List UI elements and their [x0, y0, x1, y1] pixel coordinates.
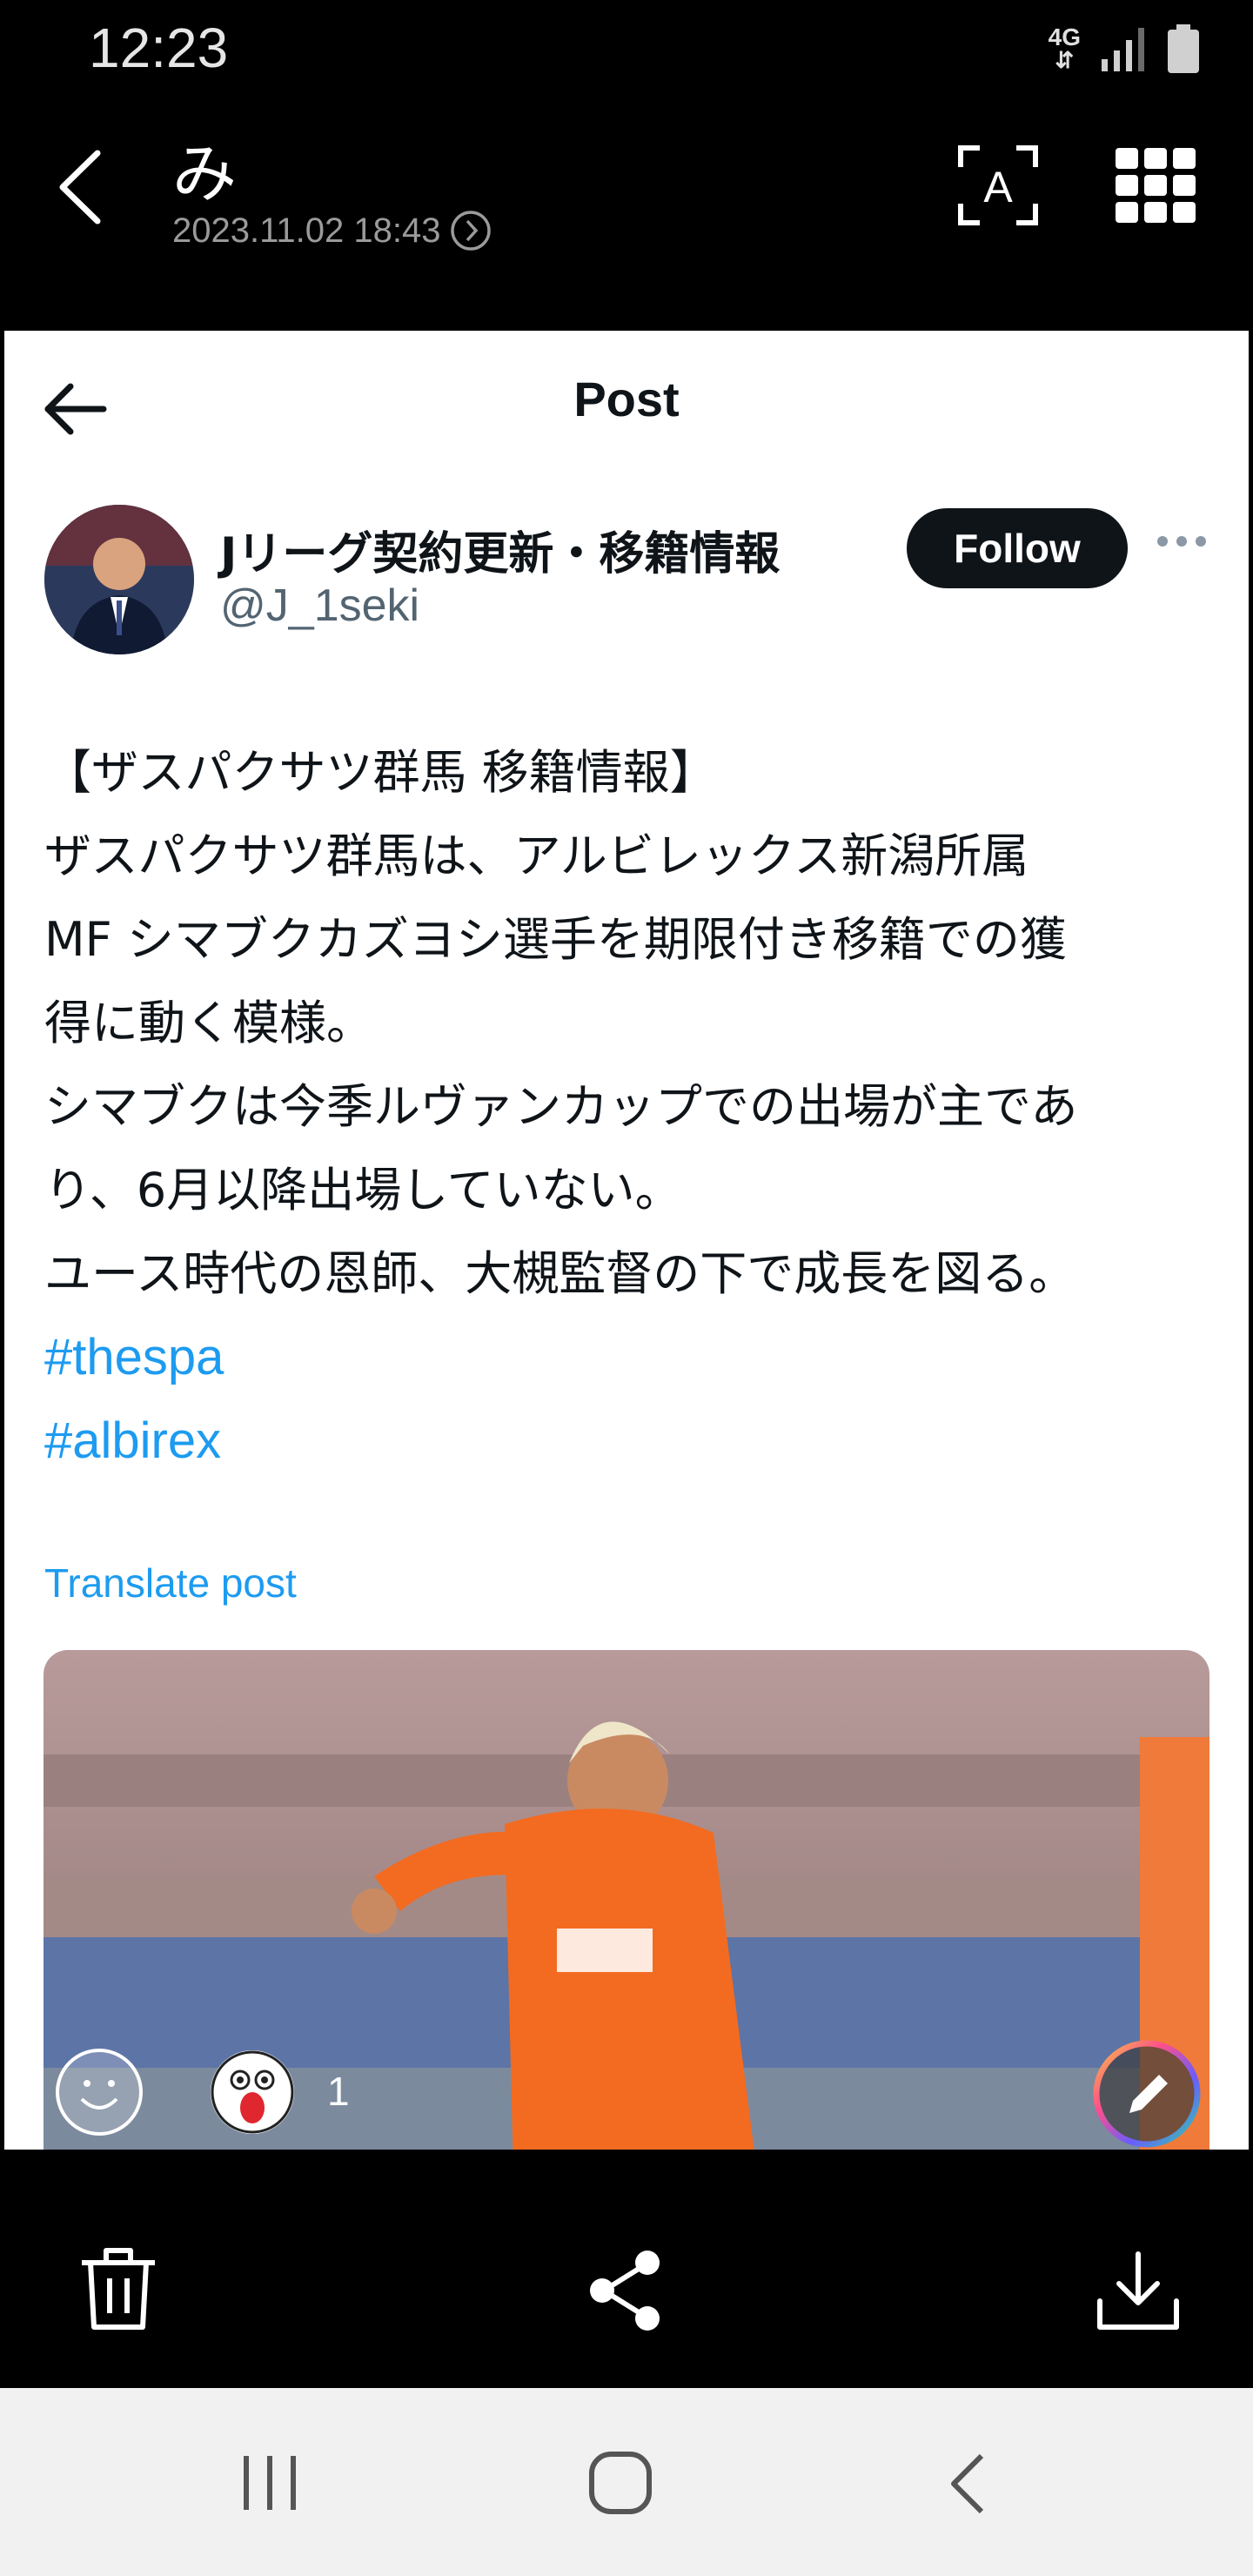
post-line: ユース時代の恩師、大槻監督の下で成長を図る。 [44, 1246, 1076, 1301]
post-line: MF シマブクカズヨシ選手を期限付き移籍での獲 [44, 912, 1067, 967]
follow-button: Follow [907, 508, 1128, 588]
nav-back-icon[interactable] [948, 2452, 987, 2515]
status-time: 12:23 [89, 17, 229, 79]
post-line: シマブクは今季ルヴァンカップでの出場が主であ [44, 1079, 1078, 1134]
text-recognition-icon[interactable]: A [957, 144, 1039, 226]
svg-text:A: A [983, 163, 1013, 211]
reaction-surprised-icon[interactable] [211, 2050, 294, 2134]
post-page-title: Post [573, 372, 680, 426]
edit-pencil-icon[interactable] [1091, 2038, 1203, 2150]
post-text: 【ザスパクサツ群馬 移籍情報】 ザスパクサツ群馬は、アルビレックス新潟所属 MF… [44, 731, 1228, 1483]
grid-icon[interactable] [1116, 148, 1196, 223]
translate-post-link: Translate post [44, 1560, 297, 1606]
account-handle: @J_1seki [220, 580, 420, 631]
reaction-count: 1 [327, 2069, 350, 2114]
post-line: 得に動く模様。 [44, 996, 373, 1050]
recent-apps-icon[interactable] [239, 2452, 300, 2513]
download-icon[interactable] [1095, 2251, 1182, 2332]
signal-icon [1102, 28, 1144, 71]
back-arrow-icon[interactable] [54, 148, 106, 226]
date-text: 2023.11.02 18:43 [172, 211, 441, 250]
post-line: り、6月以降出場していない。 [44, 1163, 682, 1218]
add-reaction-icon[interactable] [54, 2047, 144, 2137]
status-icons: 4G ⇵ [1049, 21, 1201, 77]
conversation-title: み [172, 137, 237, 211]
account-name: Jリーグ契約更新・移籍情報 [220, 528, 781, 580]
screenshot-image[interactable]: Post Jリーグ契約更新・移籍情報 @J_1seki Follow 【ザスパク… [4, 331, 1249, 2150]
delete-trash-icon[interactable] [78, 2245, 158, 2332]
share-icon[interactable] [583, 2247, 667, 2334]
home-icon[interactable] [588, 2451, 653, 2515]
more-options-icon [1157, 536, 1206, 547]
hashtag-thespa: #thespa [44, 1329, 224, 1385]
account-avatar [44, 505, 194, 654]
post-line: ザスパクサツ群馬は、アルビレックス新潟所属 [44, 828, 1029, 883]
message-date[interactable]: 2023.11.02 18:43 [172, 209, 492, 252]
post-line: 【ザスパクサツ群馬 移籍情報】 [44, 745, 717, 800]
network-4g-icon: 4G ⇵ [1048, 23, 1081, 73]
chevron-right-circle-icon [451, 211, 492, 251]
battery-icon [1168, 24, 1199, 73]
hashtag-albirex: #albirex [44, 1412, 222, 1469]
